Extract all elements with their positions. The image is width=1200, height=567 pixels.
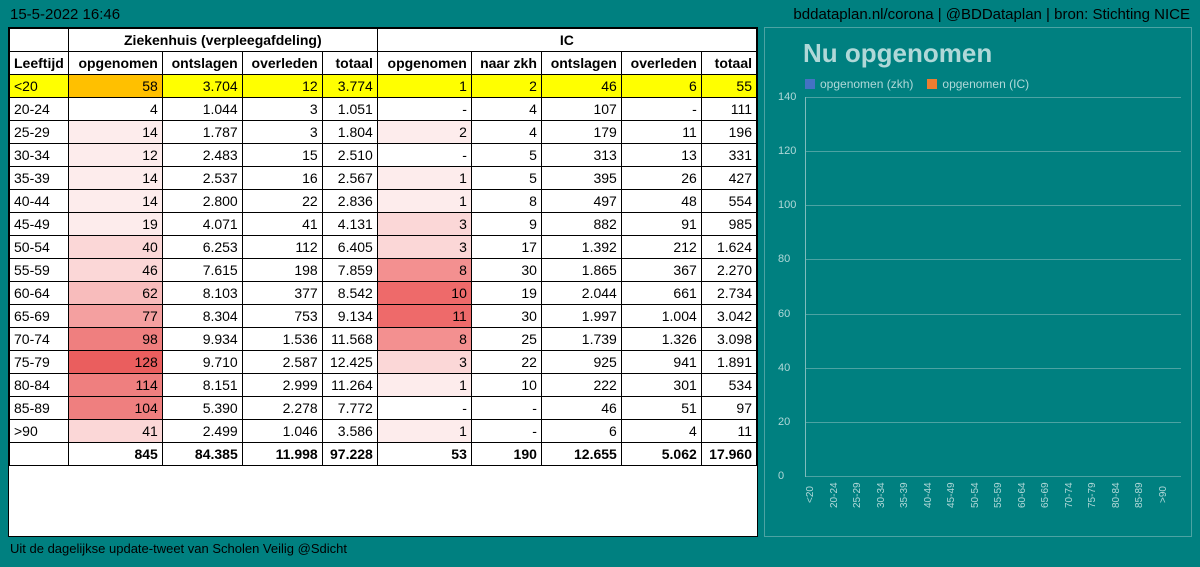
table-row: 85-891045.3902.2787.772--465197 — [10, 397, 757, 420]
table-row: 35-39142.537162.5671539526427 — [10, 167, 757, 190]
col-zkh-overleden: overleden — [242, 52, 322, 75]
x-label: 20-24 — [829, 477, 853, 517]
y-tick: 40 — [778, 362, 790, 374]
x-label: 80-84 — [1111, 477, 1135, 517]
footer-note: Uit de dagelijkse update-tweet van Schol… — [0, 537, 1200, 560]
col-ic-totaal: totaal — [701, 52, 756, 75]
legend-ic: opgenomen (IC) — [942, 77, 1029, 91]
x-label: 40-44 — [923, 477, 947, 517]
table-row: 65-69778.3047539.13411301.9971.0043.042 — [10, 305, 757, 328]
y-tick: 20 — [778, 416, 790, 428]
table-row: 45-49194.071414.1313988291985 — [10, 213, 757, 236]
x-label: 55-59 — [993, 477, 1017, 517]
chart-plot: 020406080100120140 — [805, 97, 1181, 477]
x-label: 85-89 — [1134, 477, 1158, 517]
x-label: 60-64 — [1017, 477, 1041, 517]
x-label: <20 — [805, 477, 829, 517]
table-row: 60-64628.1033778.54210192.0446612.734 — [10, 282, 757, 305]
x-label: 45-49 — [946, 477, 970, 517]
chart-title: Nu opgenomen — [775, 34, 1181, 77]
col-zkh-totaal: totaal — [322, 52, 377, 75]
legend-zkh: opgenomen (zkh) — [820, 77, 913, 91]
x-label: 65-69 — [1040, 477, 1064, 517]
table-row: >90412.4991.0463.5861-6411 — [10, 420, 757, 443]
table-row: <20583.704123.7741246655 — [10, 75, 757, 98]
table-row: 40-44142.800222.8361849748554 — [10, 190, 757, 213]
totals-row: 84584.38511.99897.2285319012.6555.06217.… — [10, 443, 757, 466]
col-zkh-opgenomen: opgenomen — [68, 52, 162, 75]
table-row: 25-29141.78731.8042417911196 — [10, 121, 757, 144]
table-row: 50-54406.2531126.4053171.3922121.624 — [10, 236, 757, 259]
header-bar: 15-5-2022 16:46 bddataplan.nl/corona | @… — [0, 0, 1200, 27]
col-ic-overleden: overleden — [621, 52, 701, 75]
col-ic-naar-zkh: naar zkh — [471, 52, 541, 75]
x-label: 35-39 — [899, 477, 923, 517]
col-ic-opgenomen: opgenomen — [377, 52, 471, 75]
table-row: 70-74989.9341.53611.5688251.7391.3263.09… — [10, 328, 757, 351]
timestamp: 15-5-2022 16:46 — [10, 6, 120, 23]
y-tick: 120 — [778, 145, 796, 157]
chart-legend: opgenomen (zkh) opgenomen (IC) — [775, 77, 1181, 91]
x-label: 25-29 — [852, 477, 876, 517]
y-tick: 80 — [778, 253, 790, 265]
table-row: 30-34122.483152.510-531313331 — [10, 144, 757, 167]
y-tick: 0 — [778, 470, 784, 482]
col-age: Leeftijd — [10, 52, 69, 75]
y-tick: 60 — [778, 308, 790, 320]
source-line: bddataplan.nl/corona | @BDDataplan | bro… — [793, 6, 1190, 23]
col-zkh-ontslagen: ontslagen — [162, 52, 242, 75]
x-label: >90 — [1158, 477, 1182, 517]
group-zkh: Ziekenhuis (verpleegafdeling) — [68, 29, 377, 52]
table-row: 75-791289.7102.58712.4253229259411.891 — [10, 351, 757, 374]
col-ic-ontslagen: ontslagen — [541, 52, 621, 75]
x-label: 30-34 — [876, 477, 900, 517]
x-label: 70-74 — [1064, 477, 1088, 517]
y-tick: 140 — [778, 91, 796, 103]
y-tick: 100 — [778, 199, 796, 211]
table-row: 20-2441.04431.051-4107-111 — [10, 98, 757, 121]
group-ic: IC — [377, 29, 756, 52]
x-label: 75-79 — [1087, 477, 1111, 517]
chart: Nu opgenomen opgenomen (zkh) opgenomen (… — [764, 27, 1192, 537]
data-table: Ziekenhuis (verpleegafdeling) IC Leeftij… — [8, 27, 758, 537]
x-label: 50-54 — [970, 477, 994, 517]
table-row: 55-59467.6151987.8598301.8653672.270 — [10, 259, 757, 282]
table-row: 80-841148.1512.99911.264110222301534 — [10, 374, 757, 397]
